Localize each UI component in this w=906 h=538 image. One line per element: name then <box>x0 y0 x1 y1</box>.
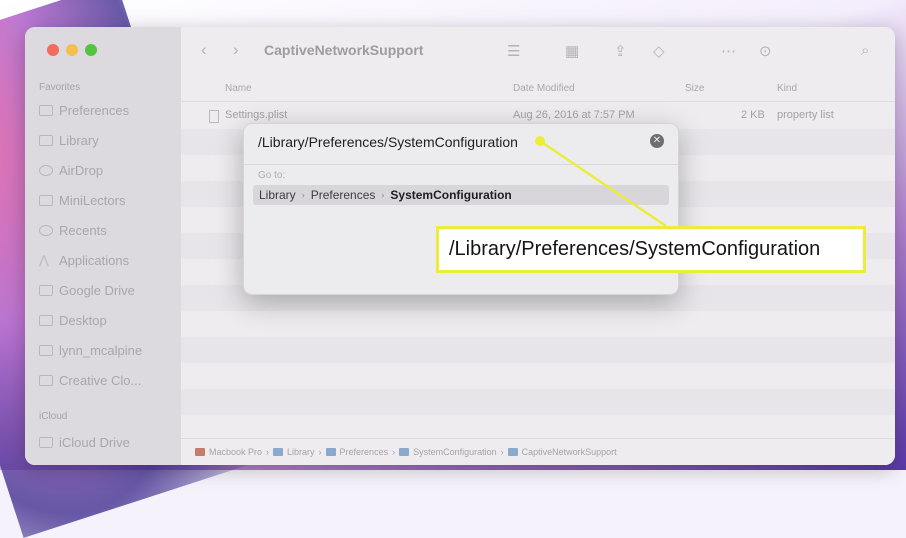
folder-icon <box>507 448 518 456</box>
sidebar-item-label: AirDrop <box>59 162 104 178</box>
path-input[interactable]: /Library/Preferences/SystemConfiguration <box>258 134 518 150</box>
sidebar-item-label: Google Drive <box>59 282 135 298</box>
sidebar-item-desktop[interactable]: Desktop <box>39 310 173 330</box>
sidebar-item-library[interactable]: Library <box>39 130 173 150</box>
path-item[interactable]: Macbook Pro <box>209 447 262 457</box>
file-date: Aug 26, 2016 at 7:57 PM <box>513 109 635 121</box>
minimize-button[interactable] <box>66 44 78 56</box>
sidebar-item-google-drive[interactable]: Google Drive <box>39 280 173 300</box>
sidebar-item-home[interactable]: lynn_mcalpine <box>39 340 173 360</box>
goto-label: Go to: <box>258 170 286 181</box>
file-name: Settings.plist <box>225 109 288 121</box>
cloud-icon <box>39 374 53 386</box>
more-icon[interactable]: ⋯ <box>721 42 736 60</box>
sidebar-item-label: Library <box>59 132 99 148</box>
path-item[interactable]: Library <box>287 447 315 457</box>
clear-icon[interactable]: ✕ <box>650 134 664 148</box>
path-suggestion[interactable]: Library › Preferences › SystemConfigurat… <box>253 185 669 205</box>
sidebar-section-icloud: iCloud <box>39 411 68 422</box>
sidebar: Favorites Preferences Library AirDrop Mi… <box>25 27 181 465</box>
search-icon[interactable]: ⌕ <box>861 42 869 59</box>
group-icon[interactable]: ▦ <box>565 42 579 60</box>
divider <box>244 164 678 165</box>
list-view-icon[interactable]: ☰ <box>507 42 520 60</box>
table-row-empty <box>181 389 895 415</box>
chevron-right-icon: › <box>301 190 305 200</box>
zoom-button[interactable] <box>85 44 97 56</box>
path-item[interactable]: CaptiveNetworkSupport <box>522 447 617 457</box>
sidebar-item-label: Preferences <box>59 102 130 118</box>
column-header: Name Date Modified Size Kind <box>181 77 895 102</box>
path-item[interactable]: Preferences <box>340 447 389 457</box>
folder-icon <box>273 448 284 456</box>
sidebar-item-label: Desktop <box>59 312 107 328</box>
chevron-right-icon: › <box>381 190 385 200</box>
sidebar-item-label: MiniLectors <box>59 192 126 208</box>
sidebar-item-airdrop[interactable]: AirDrop <box>39 160 173 180</box>
path-item[interactable]: SystemConfiguration <box>413 447 497 457</box>
suggestion-segment: Library <box>259 188 296 202</box>
file-size: 2 KB <box>741 109 765 121</box>
sidebar-item-icloud-drive[interactable]: iCloud Drive <box>39 432 173 452</box>
clock-icon <box>39 224 53 236</box>
share-icon[interactable]: ⇪ <box>614 42 627 60</box>
action-menu-icon[interactable]: ⊙ <box>759 42 772 60</box>
suggestion-segment: SystemConfiguration <box>390 188 512 202</box>
sidebar-item-label: Applications <box>59 252 130 268</box>
column-kind[interactable]: Kind <box>777 83 797 94</box>
suggestion-segment: Preferences <box>310 188 376 202</box>
folder-icon <box>39 134 53 146</box>
sidebar-item-label: Creative Clo... <box>59 372 142 388</box>
callout-box: /Library/Preferences/SystemConfiguration <box>436 226 866 273</box>
file-kind: property list <box>777 109 834 121</box>
folder-icon <box>39 194 53 206</box>
drive-icon <box>39 284 53 296</box>
sidebar-item-creative-cloud[interactable]: Creative Clo... <box>39 370 173 390</box>
home-icon <box>39 344 53 356</box>
column-name[interactable]: Name <box>225 83 252 94</box>
column-size[interactable]: Size <box>685 83 704 94</box>
cloud-icon <box>39 436 53 448</box>
back-button[interactable]: ‹ <box>201 40 207 60</box>
desktop-icon <box>39 314 53 326</box>
folder-icon <box>39 104 53 116</box>
airdrop-icon <box>39 164 53 176</box>
file-icon <box>209 110 219 123</box>
toolbar: ‹ › CaptiveNetworkSupport ☰ ▦ ⇪ ◇ ⋯ ⊙ ⌕ <box>181 27 895 77</box>
sidebar-item-label: iCloud Drive <box>59 434 130 450</box>
sidebar-item-preferences[interactable]: Preferences <box>39 100 173 120</box>
sidebar-section-favorites: Favorites <box>39 82 81 93</box>
sidebar-item-applications[interactable]: ⋀ Applications <box>39 250 173 270</box>
path-bar: Macbook Pro › Library › Preferences › Syste… <box>181 438 895 465</box>
sidebar-item-label: Recents <box>59 222 107 238</box>
sidebar-item-minilectors[interactable]: MiniLectors <box>39 190 173 210</box>
disk-icon <box>195 448 205 456</box>
table-row-empty <box>181 337 895 363</box>
forward-button[interactable]: › <box>233 40 239 60</box>
tag-icon[interactable]: ◇ <box>653 42 665 60</box>
window-controls <box>47 44 97 56</box>
sidebar-item-label: lynn_mcalpine <box>59 342 143 358</box>
window-title: CaptiveNetworkSupport <box>264 42 424 58</box>
folder-icon <box>325 448 336 456</box>
folder-icon <box>399 448 410 456</box>
close-button[interactable] <box>47 44 59 56</box>
applications-icon: ⋀ <box>39 252 49 267</box>
column-date-modified[interactable]: Date Modified <box>513 83 575 94</box>
sidebar-item-recents[interactable]: Recents <box>39 220 173 240</box>
